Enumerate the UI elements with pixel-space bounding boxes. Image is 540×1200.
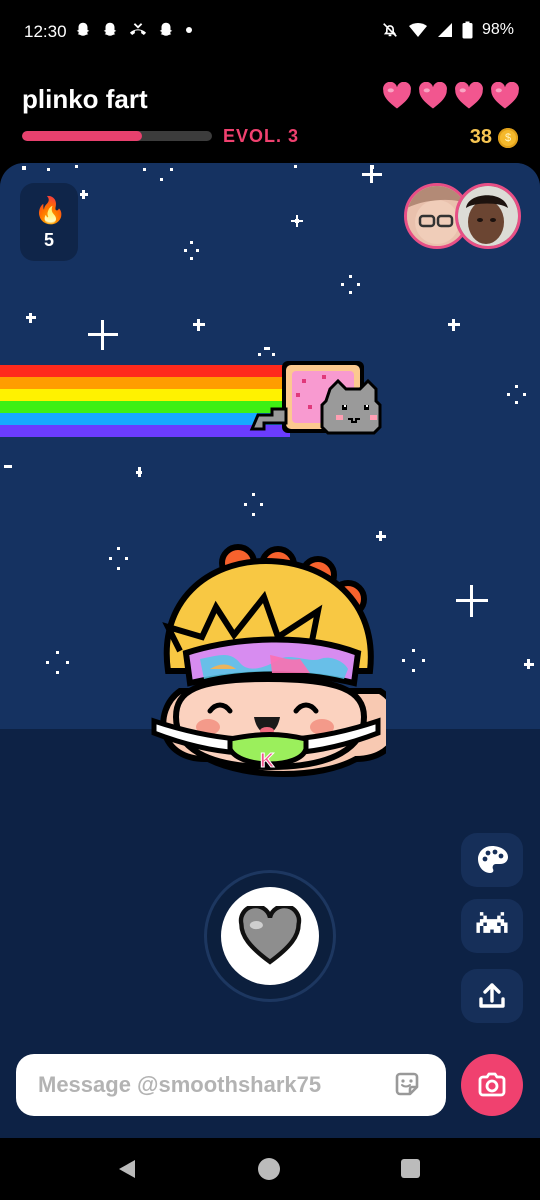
dot-icon <box>186 27 192 33</box>
sticker-icon[interactable] <box>392 1069 422 1099</box>
badge-letter: K <box>260 750 275 772</box>
status-time: 12:30 <box>24 22 67 41</box>
evolution-progress-bar <box>22 131 212 141</box>
evolution-progress-fill <box>22 131 142 141</box>
coin-balance[interactable]: 38 $ <box>470 126 518 149</box>
nyan-cat-decoration <box>0 359 382 437</box>
battery-icon <box>462 21 473 39</box>
system-nav-bar <box>0 1138 540 1200</box>
palette-button[interactable] <box>461 833 523 887</box>
back-icon[interactable] <box>117 1159 137 1179</box>
send-heart-button[interactable] <box>221 887 319 985</box>
status-bar: 12:30 98% <box>0 0 540 66</box>
space-invader-icon <box>476 912 508 933</box>
streak-badge[interactable]: 🔥 5 <box>20 183 78 261</box>
palette-icon <box>478 846 508 873</box>
recents-icon[interactable] <box>401 1159 420 1178</box>
snapchat-ghost-icon <box>159 22 173 36</box>
notification-icons <box>74 21 194 39</box>
friend-avatar-2[interactable] <box>455 183 521 249</box>
pet-scene: 🔥 5 K <box>0 163 540 1138</box>
camera-icon <box>478 1072 506 1097</box>
message-input[interactable] <box>38 1072 378 1098</box>
heart-button-ring <box>207 873 333 999</box>
heart-icon <box>383 82 411 109</box>
fire-icon: 🔥 <box>34 195 67 225</box>
heart-icon <box>455 82 483 109</box>
heart-icon <box>491 82 519 109</box>
rainbow-trail <box>0 359 290 437</box>
system-status: 98% <box>381 21 514 39</box>
share-icon <box>479 983 505 1008</box>
wifi-icon <box>408 23 427 37</box>
home-icon[interactable] <box>258 1158 280 1180</box>
streak-count: 5 <box>43 230 54 250</box>
snapchat-ghost-icon <box>76 22 90 36</box>
missed-call-icon <box>129 23 147 35</box>
message-bar <box>16 1054 446 1116</box>
hearts-meter <box>382 82 520 110</box>
coin-icon: $ <box>498 127 518 148</box>
pet-character[interactable]: K <box>150 541 386 791</box>
space-invader-button[interactable] <box>461 899 523 953</box>
do-not-disturb-icon <box>383 23 397 37</box>
heart-icon <box>419 82 447 109</box>
battery-percent: 98% <box>481 21 514 38</box>
cell-signal-icon <box>437 23 452 37</box>
share-button[interactable] <box>461 969 523 1023</box>
snapchat-ghost-icon <box>103 22 117 36</box>
evolution-label: EVOL. 3 <box>223 126 300 146</box>
coin-count: 38 <box>469 126 492 148</box>
camera-button[interactable] <box>461 1054 523 1116</box>
heart-icon <box>238 906 302 965</box>
chat-title[interactable]: plinko fart <box>22 84 148 115</box>
face-photo <box>458 186 518 246</box>
chat-header: plinko fart EVOL. 3 38 $ <box>0 70 540 162</box>
